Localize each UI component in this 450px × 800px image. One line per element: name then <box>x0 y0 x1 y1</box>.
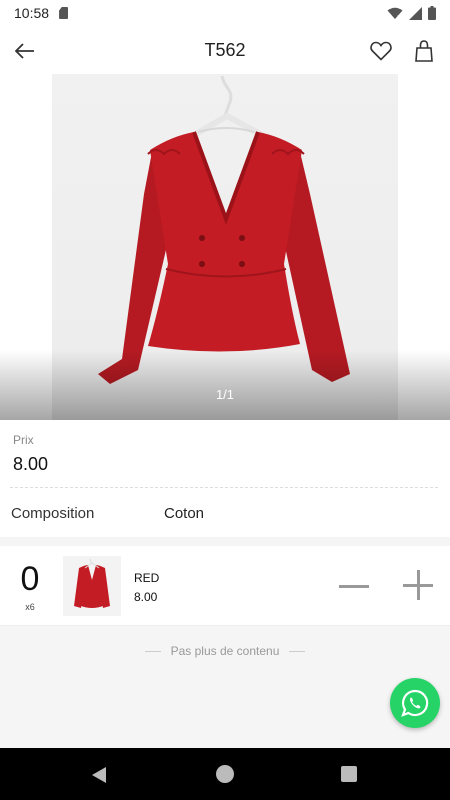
image-counter: 1/1 <box>215 387 235 402</box>
nav-recent-apps-icon[interactable] <box>341 766 357 782</box>
back-button[interactable] <box>10 36 40 66</box>
price-value: 8.00 <box>13 454 49 474</box>
decrease-quantity-button[interactable] <box>334 568 374 604</box>
variant-color: RED <box>134 571 160 585</box>
heart-icon <box>370 41 392 61</box>
app-bar: T562 <box>0 26 450 74</box>
battery-icon <box>428 6 436 20</box>
svg-text:x: x <box>397 14 401 20</box>
minus-icon <box>339 584 369 588</box>
wifi-icon: x <box>387 7 403 20</box>
product-gallery[interactable]: 1/1 <box>0 74 450 420</box>
product-info: Prix 8.00 Composition Coton <box>0 420 450 537</box>
status-bar: 10:58 x <box>0 0 450 26</box>
increase-quantity-button[interactable] <box>398 568 438 604</box>
status-time: 10:58 <box>14 5 50 21</box>
cart-button[interactable] <box>412 38 436 64</box>
variant-thumbnail[interactable] <box>63 556 121 616</box>
shopping-bag-icon <box>415 40 433 62</box>
arrow-left-icon <box>15 43 34 59</box>
sd-card-icon <box>59 7 69 19</box>
price-label: Prix <box>13 433 34 447</box>
composition-value: Coton <box>164 505 205 522</box>
favorite-button[interactable] <box>368 38 394 64</box>
system-nav-bar <box>0 748 450 800</box>
whatsapp-icon <box>401 689 429 717</box>
divider <box>10 487 438 488</box>
blouse-thumbnail-image <box>74 558 110 608</box>
variant-price: 8.00 <box>134 590 158 604</box>
signal-icon <box>409 6 422 20</box>
quantity-value: 0 <box>20 560 40 598</box>
variant-row: 0 x6 RED 8.00 <box>0 546 450 626</box>
status-icons: x <box>387 6 436 20</box>
end-of-content-text: Pas plus de contenu <box>170 644 280 658</box>
composition-label: Composition <box>11 505 95 522</box>
whatsapp-button[interactable] <box>390 678 440 728</box>
gallery-shade <box>0 350 450 420</box>
nav-home-icon[interactable] <box>216 765 234 783</box>
nav-back-icon[interactable] <box>88 764 110 786</box>
end-of-content: Pas plus de contenu <box>0 644 450 658</box>
pack-size: x6 <box>25 602 35 612</box>
